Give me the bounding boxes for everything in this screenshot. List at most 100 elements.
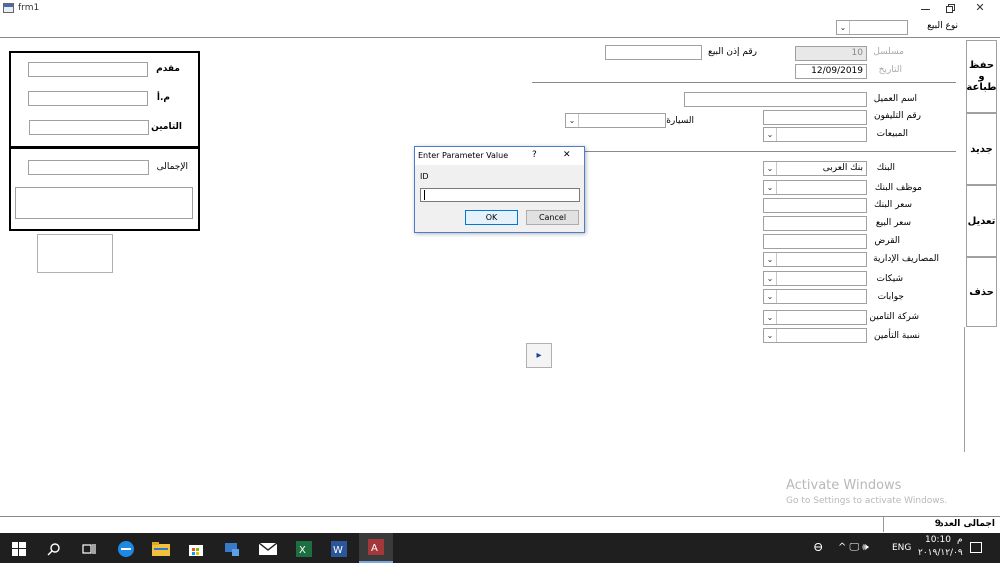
text-cursor bbox=[424, 190, 425, 200]
date-label: التاريخ bbox=[878, 65, 902, 75]
car-combo[interactable]: ⌄ bbox=[565, 113, 666, 128]
sale-permit-label: رقم إذن البيع bbox=[708, 47, 757, 57]
mail-icon[interactable] bbox=[256, 537, 280, 561]
clock-time[interactable]: 10:10 bbox=[925, 535, 951, 545]
clock-date[interactable]: ٢٠١٩/١٢/٠٩ bbox=[918, 548, 963, 558]
edit-button[interactable]: تعديل bbox=[966, 185, 997, 257]
word-icon[interactable]: W bbox=[327, 537, 351, 561]
edge-browser-icon[interactable] bbox=[114, 537, 138, 561]
delete-button[interactable]: حذف bbox=[966, 257, 997, 327]
help-icon[interactable]: ? bbox=[532, 150, 537, 160]
customer-name-field[interactable] bbox=[684, 92, 867, 107]
total-count-value: 9 bbox=[934, 519, 941, 529]
insurance-company-combo[interactable]: ⌄ bbox=[763, 310, 867, 325]
new-button[interactable]: جديد bbox=[966, 113, 997, 185]
bank-employee-combo[interactable]: ⌄ bbox=[763, 180, 867, 195]
chevron-down-icon[interactable]: ⌄ bbox=[764, 162, 777, 175]
minimize-icon[interactable] bbox=[918, 2, 932, 16]
bills-combo[interactable]: ⌄ bbox=[763, 289, 867, 304]
language-indicator[interactable]: ENG bbox=[892, 543, 911, 553]
total-field[interactable] bbox=[28, 160, 149, 175]
activation-watermark-text: Go to Settings to activate Windows. bbox=[786, 496, 948, 506]
bank-label: البنك bbox=[876, 163, 895, 173]
sales-label: المبيعات bbox=[876, 129, 908, 139]
admin-fees-combo[interactable]: ⌄ bbox=[763, 252, 867, 267]
sale-type-label: نوع البيع bbox=[927, 21, 958, 31]
close-icon[interactable]: ✕ bbox=[563, 150, 571, 160]
phone-field[interactable] bbox=[763, 110, 867, 125]
dialog-title-bar: Enter Parameter Value ? ✕ bbox=[415, 147, 584, 165]
sales-combo[interactable]: ⌄ bbox=[763, 127, 867, 142]
serial-label: مسلسل bbox=[873, 47, 904, 57]
chevron-down-icon[interactable]: ⌄ bbox=[764, 128, 777, 141]
insurance-label: التامين bbox=[151, 122, 182, 132]
chevron-down-icon[interactable]: ⌄ bbox=[764, 253, 777, 266]
restore-icon[interactable] bbox=[943, 2, 957, 16]
insurance-rate-label: نسبة التأمين bbox=[873, 331, 920, 341]
task-view-icon[interactable] bbox=[77, 537, 101, 561]
section-separator-1 bbox=[532, 82, 956, 83]
close-icon[interactable]: ✕ bbox=[970, 1, 990, 17]
sale-permit-field[interactable] bbox=[605, 45, 702, 60]
chevron-down-icon[interactable]: ⌄ bbox=[566, 114, 579, 127]
bank-combo[interactable]: ⌄ بنك العربى bbox=[763, 161, 867, 176]
loan-label: القرض bbox=[874, 236, 900, 246]
chevron-down-icon[interactable]: ⌄ bbox=[764, 329, 777, 342]
clock-ampm: م bbox=[957, 535, 963, 545]
chevron-down-icon[interactable]: ⌄ bbox=[764, 290, 777, 303]
svg-text:X: X bbox=[299, 545, 306, 556]
parameter-input[interactable] bbox=[420, 188, 580, 202]
system-tray-icons[interactable]: ^ 🖵 🕪 bbox=[838, 542, 869, 553]
parameter-name: ID bbox=[420, 172, 429, 181]
file-explorer-icon[interactable] bbox=[149, 537, 173, 561]
search-icon[interactable] bbox=[42, 537, 66, 561]
sale-price-field[interactable] bbox=[763, 216, 867, 231]
ma-label: م.أ bbox=[156, 93, 170, 103]
ok-button[interactable]: OK bbox=[465, 210, 518, 225]
bank-price-field[interactable] bbox=[763, 198, 867, 213]
notes-field[interactable] bbox=[15, 187, 193, 219]
insurance-rate-combo[interactable]: ⌄ bbox=[763, 328, 867, 343]
access-icon-active[interactable]: A bbox=[359, 533, 393, 563]
notifications-icon[interactable] bbox=[970, 542, 982, 553]
excel-icon[interactable]: X bbox=[292, 537, 316, 561]
next-record-button[interactable]: ▸ bbox=[526, 343, 552, 368]
chevron-down-icon[interactable]: ⌄ bbox=[764, 181, 777, 194]
dialog-body: ID OK Cancel bbox=[415, 165, 584, 232]
total-count-label: اجمالى العدد bbox=[939, 519, 995, 529]
svg-text:W: W bbox=[333, 545, 343, 556]
sale-type-combo[interactable]: ⌄ bbox=[836, 20, 908, 35]
bank-employee-label: موظف البنك bbox=[874, 183, 922, 193]
serial-field[interactable]: 10 bbox=[795, 46, 867, 61]
admin-fees-label: المصاريف الإدارية bbox=[873, 254, 939, 264]
cheques-combo[interactable]: ⌄ bbox=[763, 271, 867, 286]
sale-price-label: سعر البيع bbox=[875, 218, 911, 228]
total-label: الإجمالى bbox=[156, 162, 188, 172]
ma-field[interactable] bbox=[28, 91, 148, 106]
bank-price-label: سعر البنك bbox=[874, 200, 912, 210]
form-icon bbox=[3, 3, 14, 13]
chevron-down-icon[interactable]: ⌄ bbox=[764, 272, 777, 285]
save-print-button[interactable]: حفظ و طباعة bbox=[966, 40, 997, 113]
remote-desktop-icon[interactable] bbox=[220, 537, 244, 561]
chevron-down-icon[interactable]: ⌄ bbox=[764, 311, 777, 324]
vertical-divider bbox=[964, 327, 965, 452]
cancel-button[interactable]: Cancel bbox=[526, 210, 579, 225]
parameter-dialog: Enter Parameter Value ? ✕ ID OK Cancel bbox=[414, 146, 585, 233]
car-label: السيارة bbox=[666, 116, 694, 126]
activation-watermark-title: Activate Windows bbox=[786, 478, 902, 493]
section-separator-2 bbox=[575, 151, 956, 152]
header-separator bbox=[0, 37, 1000, 38]
insurance-field[interactable] bbox=[29, 120, 149, 135]
customer-name-label: اسم العميل bbox=[873, 94, 917, 104]
insurance-company-label: شركة التامين bbox=[869, 312, 919, 322]
date-field[interactable]: 12/09/2019 bbox=[795, 64, 867, 79]
windows-start-icon[interactable] bbox=[7, 537, 31, 561]
play-icon: ▸ bbox=[536, 350, 542, 361]
store-icon[interactable] bbox=[184, 537, 208, 561]
loan-field[interactable] bbox=[763, 234, 867, 249]
people-icon[interactable]: Ꮎ bbox=[814, 541, 823, 555]
cheques-label: شيكات bbox=[876, 274, 903, 284]
chevron-down-icon[interactable]: ⌄ bbox=[837, 21, 850, 34]
down-payment-field[interactable] bbox=[28, 62, 148, 77]
